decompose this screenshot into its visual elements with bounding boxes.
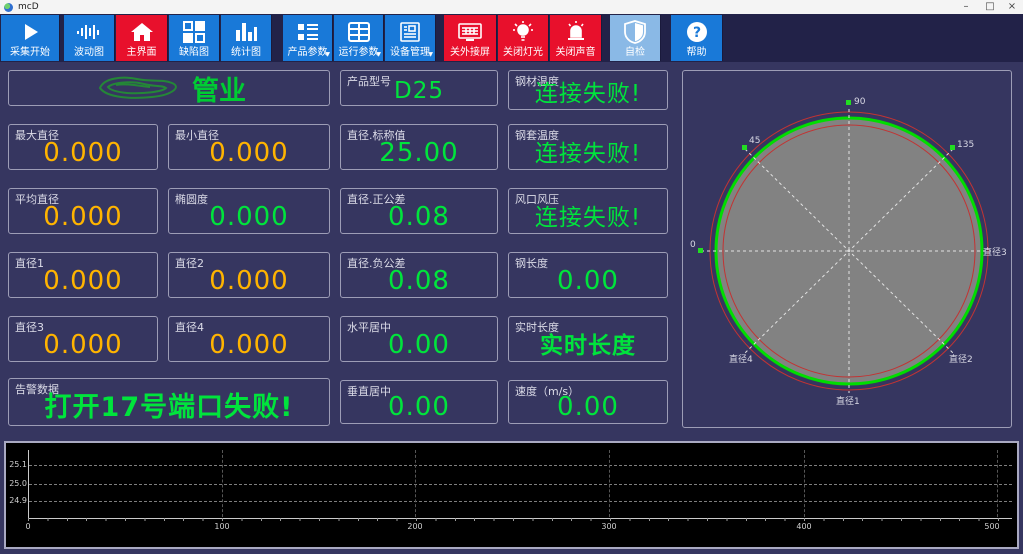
y-tick-label: 25.1 (6, 460, 27, 469)
siren-icon (550, 19, 601, 45)
field-steel-temp: 钢材温度 连接失败! (508, 70, 668, 110)
field-plus-tolerance: 直径.正公差 0.08 (340, 188, 498, 234)
app-icon (4, 3, 13, 12)
gauge-label-d4: 直径4 (729, 353, 753, 365)
gauge-label-90: 90 (854, 97, 866, 107)
field-horizontal-center: 水平居中 0.00 (340, 316, 498, 362)
field-speed: 速度（m/s） 0.00 (508, 380, 668, 424)
x-tick-label: 200 (395, 522, 435, 531)
shield-icon (610, 19, 660, 45)
alarm-message: 打开17号端口失败! (9, 385, 329, 424)
home-icon (116, 19, 167, 45)
statistics-chart-button[interactable]: 统计图 (221, 15, 272, 61)
gauge-label-0: 0 (690, 240, 696, 250)
x-tick-label: 0 (8, 522, 48, 531)
field-diameter-1: 直径1 0.000 (8, 252, 158, 298)
logo-panel: 管业 (8, 70, 330, 106)
field-diameter-4: 直径4 0.000 (168, 316, 330, 362)
field-product-model: 产品型号 D25 (340, 70, 498, 106)
table-icon (334, 19, 383, 45)
defect-grid-icon (169, 19, 219, 45)
gauge-plot: 90 45 135 0 直径3 直径2 直径1 直径4 (683, 71, 1011, 427)
x-tick-label: 400 (784, 522, 824, 531)
bulb-icon (498, 19, 548, 45)
device-icon (385, 19, 435, 45)
field-minus-tolerance: 直径.负公差 0.08 (340, 252, 498, 298)
gauge-label-d1: 直径1 (836, 395, 860, 407)
x-tick-label: 300 (589, 522, 629, 531)
play-icon (1, 19, 59, 45)
help-icon: ? (671, 19, 722, 45)
gridline-v (415, 450, 416, 517)
logo-text: 管业 (192, 69, 246, 108)
help-button[interactable]: ? 帮助 (671, 15, 723, 61)
cross-section-gauge: 90 45 135 0 直径3 直径2 直径1 直径4 (682, 70, 1012, 428)
close-button[interactable]: × (1003, 0, 1021, 13)
self-check-button[interactable]: 自检 (610, 15, 661, 61)
product-params-button[interactable]: 产品参数 ▼ (283, 15, 333, 61)
field-vertical-center: 垂直居中 0.00 (340, 380, 498, 424)
y-tick-label: 25.0 (6, 479, 27, 488)
x-axis-minor-ticks (28, 518, 999, 521)
field-max-diameter: 最大直径 0.000 (8, 124, 158, 170)
chevron-down-icon: ▼ (428, 51, 433, 58)
gridline-v (222, 450, 223, 517)
minimize-button[interactable]: – (957, 0, 975, 13)
gauge-label-d3: 直径3 (983, 246, 1007, 258)
lights-off-button[interactable]: 关闭灯光 (498, 15, 549, 61)
y-tick-label: 24.9 (6, 496, 27, 505)
wave-chart-button[interactable]: 波动图 (64, 15, 115, 61)
window-title: mcD (18, 2, 39, 12)
field-alarm-data: 告警数据 打开17号端口失败! (8, 378, 330, 426)
sound-off-button[interactable]: 关闭声音 (550, 15, 602, 61)
gridline-h (29, 501, 1012, 502)
field-realtime-length: 实时长度 实时长度 (508, 316, 668, 362)
external-screen-button[interactable]: 关外接屏 (444, 15, 497, 61)
x-tick-label: 500 (972, 522, 1012, 531)
svg-text:?: ? (692, 25, 700, 41)
title-bar: mcD – □ × (0, 0, 1023, 14)
field-nominal-diameter: 直径.标称值 25.00 (340, 124, 498, 170)
gauge-label-45: 45 (749, 136, 760, 146)
defect-chart-button[interactable]: 缺陷图 (169, 15, 220, 61)
field-steel-length: 钢长度 0.00 (508, 252, 668, 298)
field-ovality: 椭圆度 0.000 (168, 188, 330, 234)
gridline-v (997, 450, 998, 517)
gridline-v (609, 450, 610, 517)
logo-graphic (92, 73, 188, 103)
field-vent-pressure: 风口风压 连接失败! (508, 188, 668, 234)
run-params-button[interactable]: 运行参数 ▼ (334, 15, 384, 61)
field-min-diameter: 最小直径 0.000 (168, 124, 330, 170)
field-diameter-3: 直径3 0.000 (8, 316, 158, 362)
field-avg-diameter: 平均直径 0.000 (8, 188, 158, 234)
gridline-h (29, 465, 1012, 466)
list-icon (283, 19, 332, 45)
gridline-h (29, 484, 1012, 485)
chevron-down-icon: ▼ (325, 51, 330, 58)
gridline-v (804, 450, 805, 517)
device-management-button[interactable]: 设备管理 ▼ (385, 15, 436, 61)
x-tick-label: 100 (202, 522, 242, 531)
field-diameter-2: 直径2 0.000 (168, 252, 330, 298)
main-screen-button[interactable]: 主界面 (116, 15, 168, 61)
toolbar: 采集开始 波动图 主界面 (0, 14, 1023, 62)
field-sleeve-temp: 钢套温度 连接失败! (508, 124, 668, 170)
maximize-button[interactable]: □ (981, 0, 999, 13)
main-window: mcD – □ × 采集开始 波动图 (0, 0, 1023, 554)
start-capture-button[interactable]: 采集开始 (1, 15, 60, 61)
gauge-label-d2: 直径2 (949, 353, 973, 365)
screen-icon (444, 19, 496, 45)
waveform-icon (64, 19, 114, 45)
gauge-label-135: 135 (957, 140, 974, 150)
chevron-down-icon: ▼ (376, 51, 381, 58)
bar-chart-icon (221, 19, 271, 45)
trend-chart: 25.1 25.0 24.9 0 100 200 300 400 500 (4, 441, 1019, 549)
